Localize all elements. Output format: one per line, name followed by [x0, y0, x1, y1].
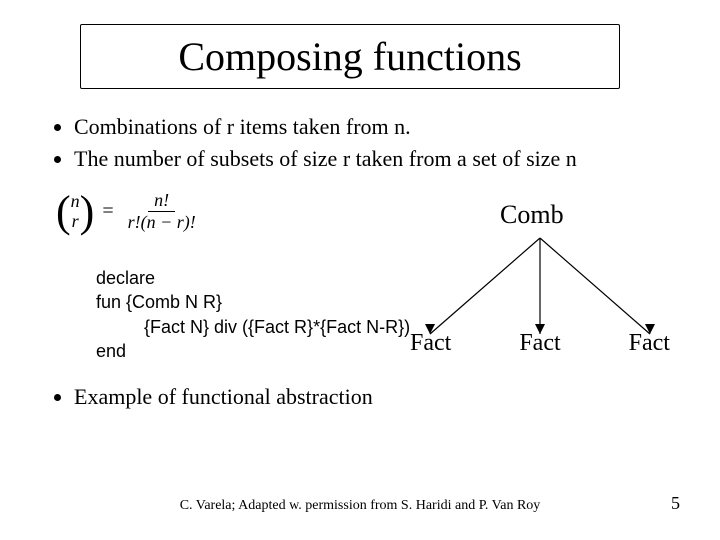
code-block: declare fun {Comb N R} {Fact N} div ({Fa…: [96, 266, 456, 363]
code-line: {Fact N} div ({Fact R}*{Fact N-R}): [96, 315, 456, 339]
title-box: Composing functions: [80, 24, 620, 89]
code-line: fun {Comb N R}: [96, 290, 456, 314]
page-number: 5: [671, 493, 680, 514]
binomial-formula: ( n r ) = n! r!(n − r)!: [56, 190, 202, 233]
slide-title: Composing functions: [97, 33, 603, 80]
fraction-denominator: r!(n − r)!: [122, 212, 202, 233]
fraction-numerator: n!: [148, 190, 175, 212]
binom-column: n r: [71, 192, 80, 232]
binom-r: r: [72, 212, 79, 232]
footer-attribution: C. Varela; Adapted w. permission from S.…: [0, 498, 720, 514]
right-paren: ): [80, 192, 95, 232]
bullet-item: The number of subsets of size r taken fr…: [74, 144, 670, 174]
binom-n: n: [71, 192, 80, 212]
tree-leaf: Fact: [629, 330, 670, 357]
bullet-item: Combinations of r items taken from n.: [74, 112, 670, 142]
tree-root-label: Comb: [500, 200, 564, 230]
bullet-list-2: Example of functional abstraction: [50, 384, 670, 410]
fraction: n! r!(n − r)!: [122, 190, 202, 233]
bullet-list: Combinations of r items taken from n. Th…: [50, 112, 670, 175]
code-line: declare: [96, 266, 456, 290]
left-paren: (: [56, 192, 71, 232]
equals-sign: =: [102, 200, 113, 223]
tree-edge: [540, 238, 650, 334]
bullet-item: Example of functional abstraction: [74, 384, 670, 410]
tree-leaf: Fact: [519, 330, 560, 357]
code-line: end: [96, 339, 456, 363]
